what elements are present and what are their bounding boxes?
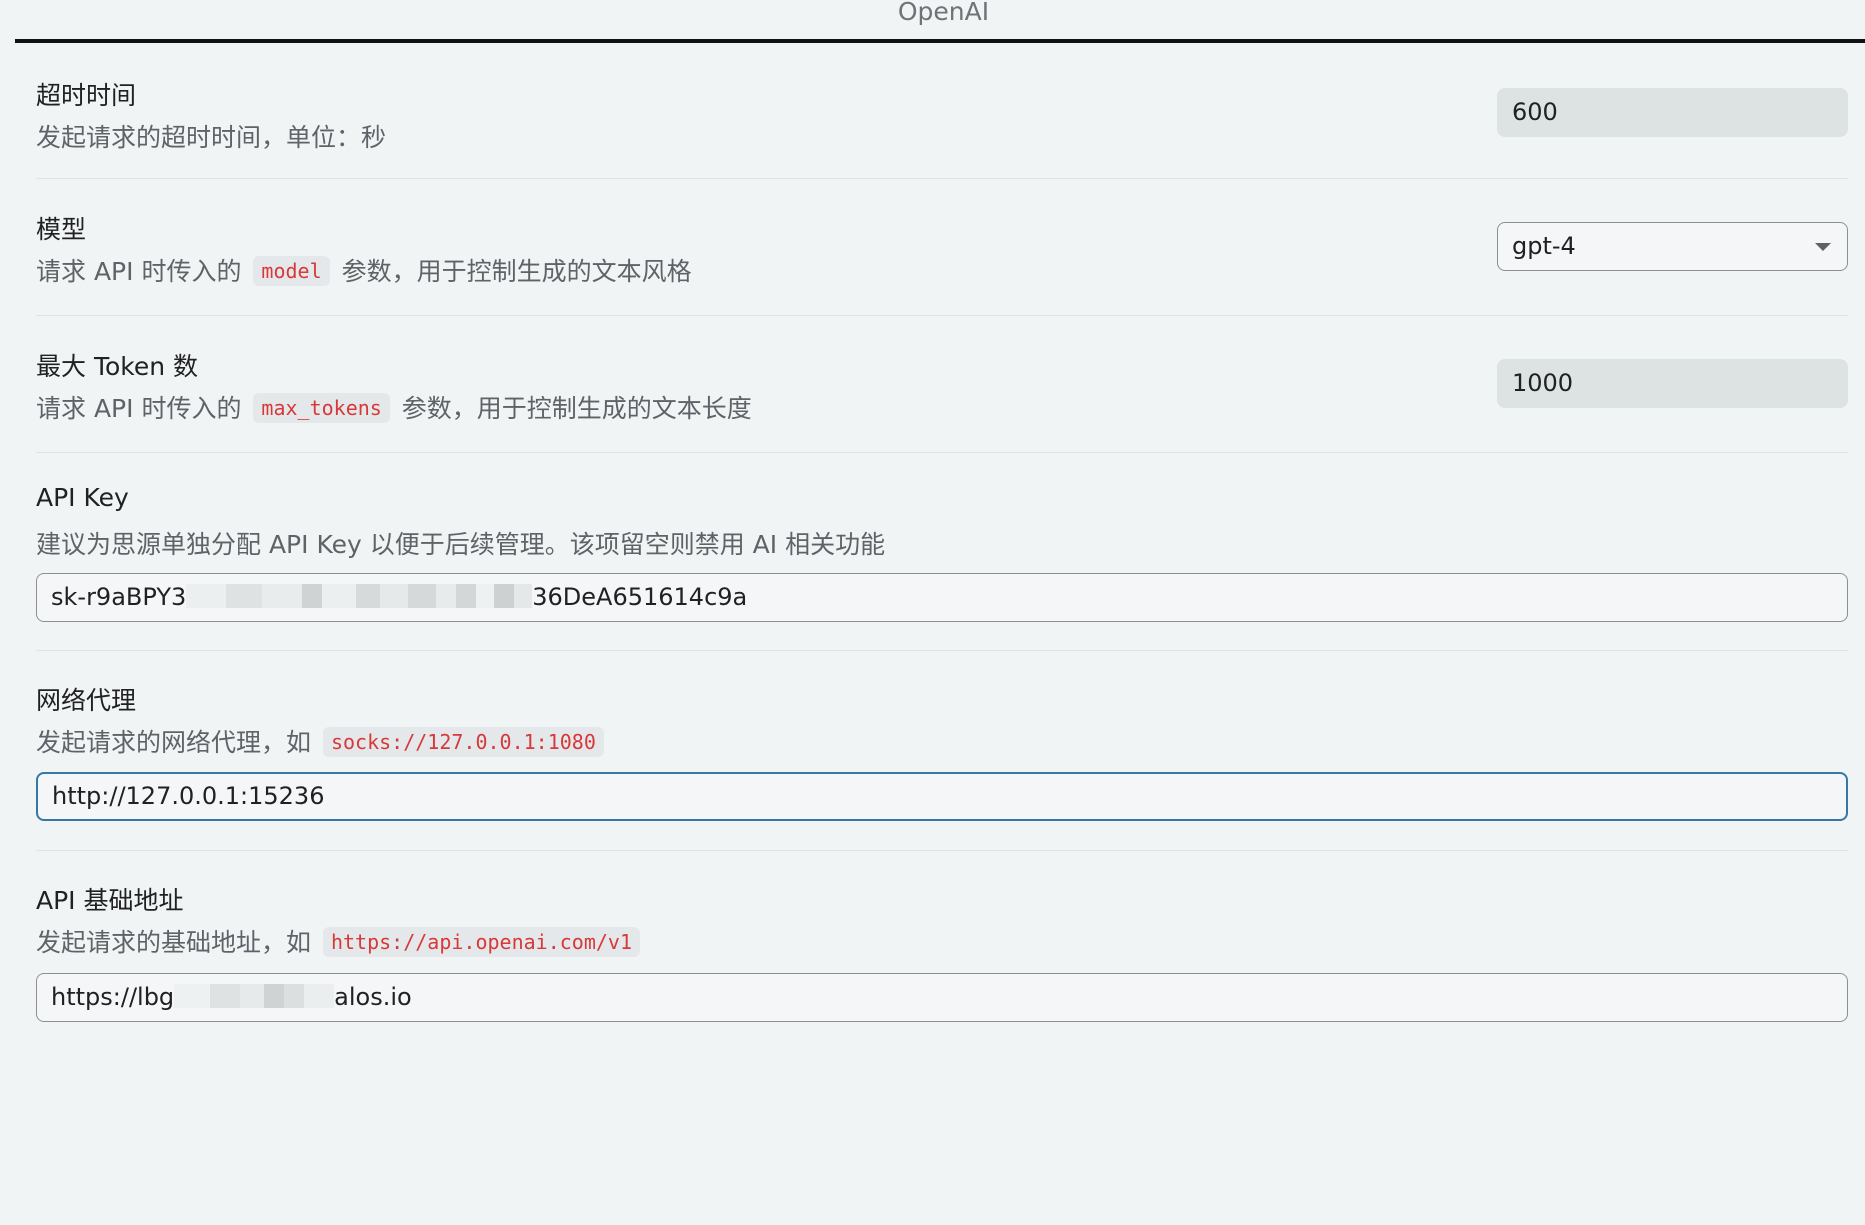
api-key-label: API Key [36,483,129,512]
timeout-value: 600 [1512,98,1558,126]
divider [36,315,1848,316]
api-base-url-label: API 基础地址 [36,886,184,915]
api-base-url-value-start: https://lbg [51,983,175,1011]
model-description-prefix: 请求 API 时传入的 [36,257,242,286]
proxy-description: 发起请求的网络代理，如 socks://127.0.0.1:1080 [36,723,608,759]
model-description: 请求 API 时传入的 model 参数，用于控制生成的文本风格 [36,252,692,288]
proxy-label: 网络代理 [36,686,137,715]
chevron-down-icon [1815,243,1831,251]
proxy-value: http://127.0.0.1:15236 [52,782,325,810]
model-select[interactable]: gpt-4 [1497,222,1848,271]
timeout-input[interactable]: 600 [1497,88,1848,137]
model-description-suffix: 参数，用于控制生成的文本风格 [341,257,692,286]
api-base-url-description: 发起请求的基础地址，如 https://api.openai.com/v1 [36,923,644,959]
api-base-url-setting: API 基础地址 发起请求的基础地址，如 https://api.openai.… [36,879,1848,959]
max-tokens-input[interactable]: 1000 [1497,359,1848,408]
api-key-input[interactable]: sk-r9aBPY3 36DeA651614c9a [36,573,1848,622]
proxy-code: socks://127.0.0.1:1080 [322,727,604,757]
api-base-url-code: https://api.openai.com/v1 [322,927,640,957]
divider [36,850,1848,851]
model-label: 模型 [36,215,87,244]
api-key-value-end: 36DeA651614c9a [532,583,748,611]
max-tokens-code: max_tokens [253,393,390,423]
timeout-description: 发起请求的超时时间，单位：秒 [36,123,387,152]
max-tokens-description-suffix: 参数，用于控制生成的文本长度 [401,394,752,423]
redacted-mosaic [186,584,533,608]
model-code: model [253,256,330,286]
max-tokens-description: 请求 API 时传入的 max_tokens 参数，用于控制生成的文本长度 [36,389,752,425]
max-tokens-description-prefix: 请求 API 时传入的 [36,394,242,423]
api-key-setting: API Key 建议为思源单独分配 API Key 以便于后续管理。该项留空则禁… [36,481,1848,561]
proxy-description-prefix: 发起请求的网络代理，如 [36,728,312,757]
max-tokens-value: 1000 [1512,369,1574,397]
api-base-url-value-end: alos.io [334,983,412,1011]
divider [36,650,1848,651]
api-base-url-description-prefix: 发起请求的基础地址，如 [36,928,312,957]
proxy-setting: 网络代理 发起请求的网络代理，如 socks://127.0.0.1:1080 [36,679,1848,759]
divider [36,452,1848,453]
tab-openai[interactable]: OpenAI [0,0,1865,26]
api-key-description: 建议为思源单独分配 API Key 以便于后续管理。该项留空则禁用 AI 相关功… [36,530,886,559]
max-tokens-label: 最大 Token 数 [36,352,199,381]
redacted-mosaic [174,984,335,1008]
active-tab-indicator [15,39,1865,43]
timeout-label: 超时时间 [36,81,137,110]
divider [36,178,1848,179]
api-key-value-start: sk-r9aBPY3 [51,583,187,611]
model-selected-value: gpt-4 [1512,232,1576,260]
api-base-url-input[interactable]: https://lbg alos.io [36,973,1848,1022]
proxy-input[interactable]: http://127.0.0.1:15236 [36,772,1848,821]
